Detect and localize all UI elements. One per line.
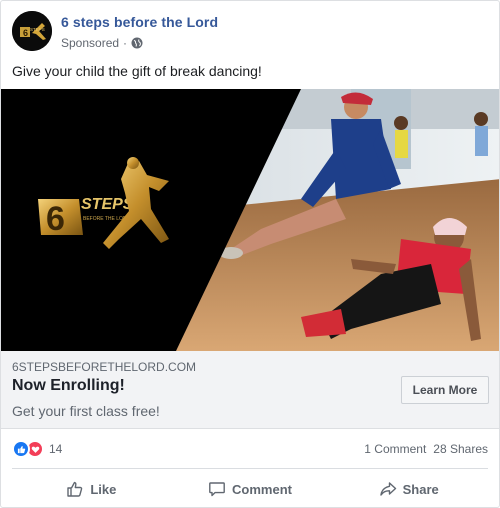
reactions-row: 14 1 Comment 28 Shares — [12, 437, 488, 463]
learn-more-button[interactable]: Learn More — [401, 376, 489, 404]
sponsored-post-card: 6 STEPS 6 steps before the Lord Sponsore… — [0, 0, 500, 508]
reaction-count[interactable]: 14 — [49, 442, 62, 456]
page-name-link[interactable]: 6 steps before the Lord — [61, 14, 218, 30]
sponsored-label[interactable]: Sponsored — [61, 36, 119, 50]
like-button[interactable]: Like — [12, 471, 171, 507]
action-bar: Like Comment Share — [12, 471, 488, 507]
link-headline[interactable]: Now Enrolling! — [12, 377, 125, 395]
reaction-icons[interactable] — [12, 440, 44, 458]
logo-number: 6 — [46, 200, 65, 238]
separator: · — [123, 36, 128, 50]
post-header: 6 STEPS 6 steps before the Lord Sponsore… — [12, 11, 488, 55]
share-count[interactable]: 28 Shares — [433, 442, 488, 456]
link-description: Get your first class free! — [12, 403, 160, 419]
ad-image[interactable]: 6 STEPS BEFORE THE LORD — [1, 89, 499, 351]
page-avatar[interactable]: 6 STEPS — [12, 11, 52, 51]
globe-icon[interactable] — [131, 37, 143, 49]
like-label: Like — [90, 481, 117, 497]
comment-label: Comment — [232, 481, 292, 497]
link-preview[interactable]: 6STEPSBEFORETHELORD.COM Now Enrolling! G… — [1, 351, 499, 429]
comment-count[interactable]: 1 Comment — [364, 442, 426, 456]
sponsored-line: Sponsored · — [61, 36, 143, 50]
like-icon — [12, 440, 30, 458]
divider — [12, 468, 488, 469]
share-button[interactable]: Share — [329, 471, 488, 507]
logo-word: STEPS — [81, 196, 134, 213]
comment-icon — [209, 482, 225, 497]
comment-button[interactable]: Comment — [171, 471, 330, 507]
thumbs-up-icon — [67, 481, 83, 497]
engagement-stats: 1 Comment 28 Shares — [364, 442, 488, 456]
post-message: Give your child the gift of break dancin… — [12, 63, 262, 79]
link-domain: 6STEPSBEFORETHELORD.COM — [12, 360, 197, 374]
svg-text:STEPS: STEPS — [30, 27, 45, 32]
svg-text:6: 6 — [23, 28, 28, 38]
share-label: Share — [402, 481, 439, 497]
share-icon — [379, 482, 396, 496]
